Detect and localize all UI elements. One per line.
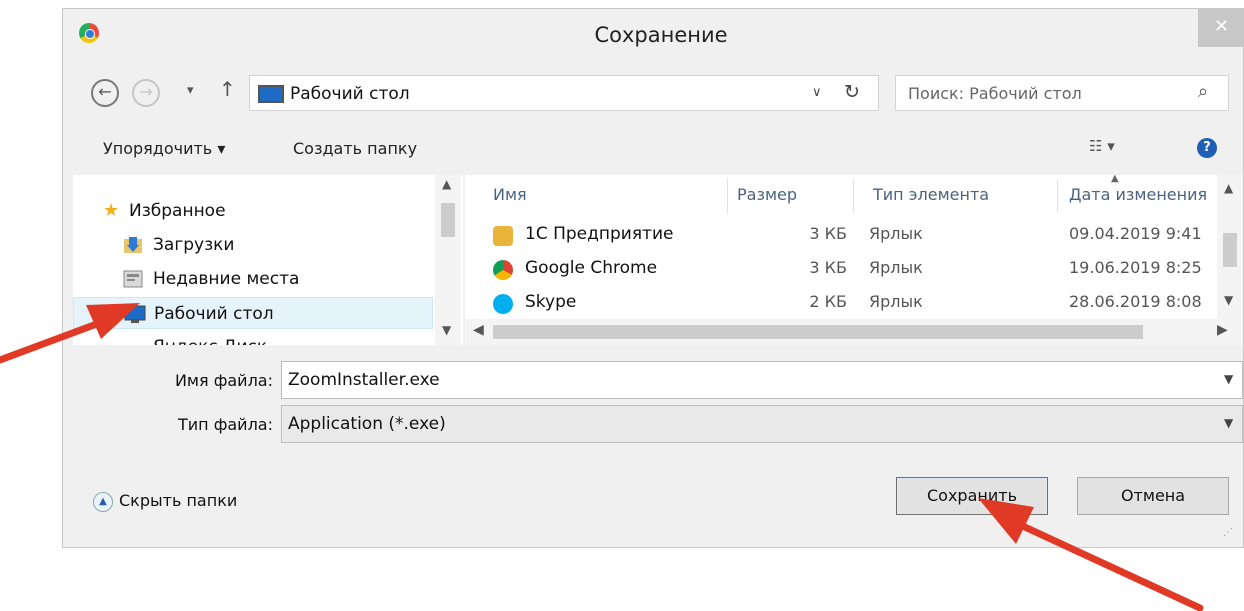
scrollbar-thumb[interactable] (1223, 233, 1237, 267)
close-button[interactable]: ✕ (1198, 9, 1244, 47)
tree-item-label: Избранное (129, 201, 226, 221)
navigation-pane-scrollbar[interactable]: ▲ ▼ (435, 175, 461, 345)
filetype-select[interactable]: Application (*.exe) ▼ (281, 405, 1243, 443)
file-date: 09.04.2019 9:41 (1069, 224, 1202, 243)
column-separator[interactable] (727, 179, 728, 213)
help-icon[interactable]: ? (1197, 138, 1217, 158)
file-name: 1С Предприятие (525, 224, 674, 244)
forward-button[interactable]: → (132, 79, 160, 107)
view-options-icon[interactable]: ☷ ▾ (1089, 137, 1115, 155)
file-date: 19.06.2019 8:25 (1069, 258, 1202, 277)
scroll-down-icon[interactable]: ▼ (442, 323, 451, 337)
file-name: Google Chrome (525, 258, 658, 278)
address-text: Рабочий стол (290, 84, 410, 104)
sort-ascending-icon: ▲ (1111, 175, 1119, 184)
file-list-horizontal-scrollbar[interactable]: ◀ ▶ (465, 319, 1243, 345)
file-type: Ярлык (869, 258, 923, 277)
file-size: 3 КБ (809, 224, 847, 243)
scroll-left-icon[interactable]: ◀ (473, 322, 484, 338)
save-button[interactable]: Сохранить (896, 477, 1048, 515)
tree-item-label: Рабочий стол (154, 304, 274, 324)
downloads-folder-icon (123, 235, 145, 255)
toolbar: Упорядочить ▾ Создать папку ☷ ▾ ? (63, 125, 1243, 175)
file-row[interactable]: Google Chrome 3 КБ Ярлык 19.06.2019 8:25 (465, 253, 1215, 285)
up-folder-button[interactable]: ↑ (219, 77, 236, 101)
column-header-name[interactable]: Имя (493, 185, 527, 204)
chevron-down-icon[interactable]: ▼ (1224, 416, 1233, 430)
tree-item-label: Загрузки (153, 235, 235, 255)
file-list-vertical-scrollbar[interactable]: ▲ ▼ (1217, 175, 1243, 319)
column-separator[interactable] (853, 179, 854, 213)
tree-item-downloads[interactable]: Загрузки (73, 229, 433, 261)
shortcut-skype-icon (493, 294, 513, 314)
shortcut-chrome-icon (493, 260, 513, 280)
file-type: Ярлык (869, 292, 923, 311)
filename-input[interactable]: ZoomInstaller.exe ▼ (281, 361, 1243, 399)
scroll-up-icon[interactable]: ▲ (1224, 181, 1233, 195)
scrollbar-thumb[interactable] (493, 325, 1143, 339)
cancel-button[interactable]: Отмена (1077, 477, 1229, 515)
resize-grip-icon[interactable]: ⋰ (1223, 527, 1233, 538)
column-header-type[interactable]: Тип элемента (873, 185, 989, 204)
file-size: 3 КБ (809, 258, 847, 277)
hide-folders-button[interactable]: ▲ Скрыть папки (93, 491, 237, 512)
recent-places-icon (123, 269, 145, 289)
cloud-icon: ☁ (123, 337, 145, 346)
filename-value: ZoomInstaller.exe (288, 370, 440, 390)
file-row[interactable]: Skype 2 КБ Ярлык 28.06.2019 8:08 (465, 287, 1215, 319)
scroll-down-icon[interactable]: ▼ (1224, 293, 1233, 307)
hide-folders-label: Скрыть папки (119, 491, 238, 510)
save-dialog: Сохранение ✕ ← → ▾ ↑ Рабочий стол ∨ ↻ По… (62, 8, 1244, 548)
file-row[interactable]: 1С Предприятие 3 КБ Ярлык 09.04.2019 9:4… (465, 219, 1215, 251)
chevron-down-icon[interactable]: ▼ (1224, 372, 1233, 386)
back-button[interactable]: ← (91, 79, 119, 107)
column-header-date[interactable]: Дата изменения (1069, 185, 1207, 204)
scroll-up-icon[interactable]: ▲ (442, 177, 451, 191)
navigation-pane: ★ Избранное Загрузки Недавние места Рабо… (73, 175, 463, 345)
tree-item-label: Недавние места (153, 269, 300, 289)
desktop-icon (258, 85, 284, 103)
desktop-icon (124, 304, 146, 324)
search-icon[interactable]: ⌕ (1198, 81, 1208, 102)
tree-item-yandex-disk[interactable]: ☁ Яндекс.Диск (73, 331, 433, 346)
new-folder-button[interactable]: Создать папку (293, 139, 417, 158)
chevron-up-icon: ▲ (93, 491, 113, 512)
shortcut-1c-icon (493, 226, 513, 246)
recent-locations-button[interactable]: ▾ (187, 83, 194, 98)
scroll-right-icon[interactable]: ▶ (1217, 322, 1228, 338)
file-name: Skype (525, 292, 577, 312)
scrollbar-thumb[interactable] (441, 203, 455, 237)
filetype-value: Application (*.exe) (288, 414, 446, 434)
organize-button[interactable]: Упорядочить ▾ (103, 139, 225, 158)
search-input[interactable]: Поиск: Рабочий стол ⌕ (895, 75, 1229, 111)
search-placeholder: Поиск: Рабочий стол (908, 84, 1082, 103)
file-size: 2 КБ (809, 292, 847, 311)
address-bar[interactable]: Рабочий стол ∨ ↻ (249, 75, 879, 111)
address-dropdown-icon[interactable]: ∨ (812, 85, 822, 100)
title-bar: Сохранение ✕ (63, 9, 1244, 66)
filename-label: Имя файла: (174, 371, 273, 390)
file-list-pane: Имя Размер Тип элемента ▲ Дата изменения… (465, 175, 1243, 345)
tree-item-label: Яндекс.Диск (153, 337, 267, 345)
dialog-title: Сохранение (594, 23, 728, 47)
tree-item-favorites[interactable]: ★ Избранное (73, 195, 433, 227)
refresh-icon[interactable]: ↻ (844, 81, 860, 103)
column-header-size[interactable]: Размер (737, 185, 797, 204)
file-date: 28.06.2019 8:08 (1069, 292, 1202, 311)
tree-item-recent-places[interactable]: Недавние места (73, 263, 433, 295)
column-separator[interactable] (1057, 179, 1058, 213)
file-type: Ярлык (869, 224, 923, 243)
filetype-label: Тип файла: (177, 415, 273, 434)
tree-item-desktop[interactable]: Рабочий стол (73, 297, 433, 329)
star-icon: ★ (103, 200, 120, 221)
